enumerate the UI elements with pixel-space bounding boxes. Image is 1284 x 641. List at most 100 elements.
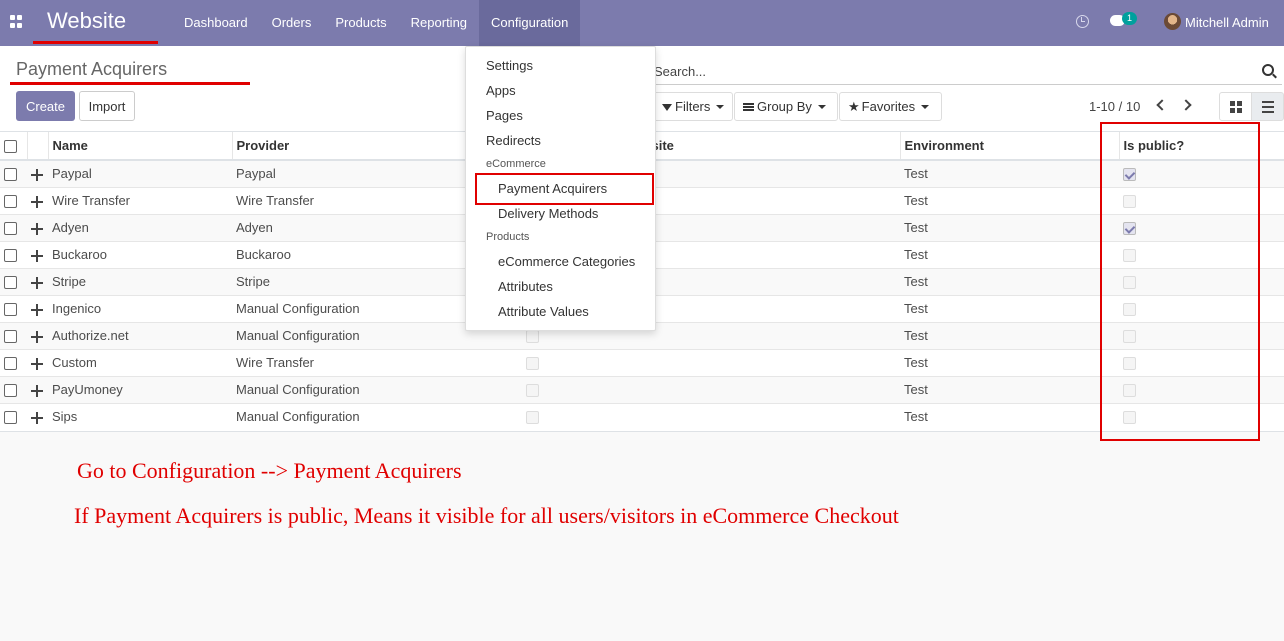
cell-environment: Test bbox=[900, 240, 1119, 268]
select-all-checkbox[interactable] bbox=[4, 140, 17, 154]
table-row[interactable]: Sips Manual Configuration Test bbox=[0, 402, 1284, 430]
cell-environment: Test bbox=[900, 402, 1119, 430]
cell-environment: Test bbox=[900, 159, 1119, 187]
menu-reporting[interactable]: Reporting bbox=[399, 0, 479, 46]
is-public-highlight bbox=[1100, 122, 1260, 441]
cell-name: Adyen bbox=[48, 213, 232, 241]
favorites-label: Favorites bbox=[861, 99, 916, 114]
main-menu: Dashboard Orders Products Reporting Conf… bbox=[172, 0, 581, 46]
drag-handle-icon[interactable] bbox=[31, 168, 43, 181]
title-underline-annotation bbox=[10, 82, 250, 85]
row-checkbox[interactable] bbox=[4, 168, 17, 182]
brand-underline-annotation bbox=[33, 41, 158, 44]
handle-header bbox=[26, 132, 48, 161]
import-button[interactable]: Import bbox=[79, 91, 135, 121]
dropdown-item-redirects[interactable]: Redirects bbox=[486, 133, 541, 148]
dropdown-item-attributes[interactable]: Attributes bbox=[498, 279, 553, 294]
cell-name: Authorize.net bbox=[48, 321, 232, 349]
menu-orders[interactable]: Orders bbox=[260, 0, 324, 46]
filters-label: Filters bbox=[675, 99, 711, 114]
group-by-button[interactable]: Group By bbox=[734, 92, 838, 121]
menu-products[interactable]: Products bbox=[323, 0, 398, 46]
user-avatar[interactable] bbox=[1164, 13, 1181, 30]
search-box bbox=[650, 58, 1282, 85]
row-checkbox[interactable] bbox=[4, 249, 17, 263]
cell-environment: Test bbox=[900, 294, 1119, 322]
user-menu[interactable]: Mitchell Admin bbox=[1185, 15, 1269, 30]
cell-name: Wire Transfer bbox=[48, 186, 232, 214]
app-brand[interactable]: Website bbox=[47, 8, 126, 34]
row-checkbox[interactable] bbox=[4, 276, 17, 290]
header-environment[interactable]: Environment bbox=[899, 132, 1119, 161]
cell-provider: Manual Configuration bbox=[232, 402, 511, 430]
cell-provider: Manual Configuration bbox=[232, 375, 511, 403]
group-by-label: Group By bbox=[757, 99, 812, 114]
cell-name: Ingenico bbox=[48, 294, 232, 322]
drag-handle-icon[interactable] bbox=[31, 222, 43, 235]
cell-environment: Test bbox=[900, 348, 1119, 376]
dropdown-item-delivery-methods[interactable]: Delivery Methods bbox=[498, 206, 598, 221]
chevron-right-icon[interactable] bbox=[1180, 99, 1192, 111]
kanban-view-button[interactable] bbox=[1219, 92, 1252, 121]
cell-name: Stripe bbox=[48, 267, 232, 295]
cell-name: Custom bbox=[48, 348, 232, 376]
apps-menu-icon[interactable] bbox=[10, 15, 23, 28]
drag-handle-icon[interactable] bbox=[31, 411, 43, 424]
dropdown-item-pages[interactable]: Pages bbox=[486, 108, 523, 123]
row-checkbox[interactable] bbox=[4, 222, 17, 236]
favorites-button[interactable]: ★ Favorites bbox=[839, 92, 942, 121]
cell-website bbox=[511, 348, 900, 376]
drag-handle-icon[interactable] bbox=[31, 276, 43, 289]
website-checkbox bbox=[526, 384, 539, 398]
list-icon bbox=[743, 103, 754, 111]
create-button[interactable]: Create bbox=[16, 91, 75, 121]
chevron-down-icon bbox=[921, 105, 930, 109]
menu-configuration[interactable]: Configuration bbox=[479, 0, 581, 46]
chevron-left-icon[interactable] bbox=[1156, 99, 1168, 111]
drag-handle-icon[interactable] bbox=[31, 249, 43, 262]
cell-environment: Test bbox=[900, 213, 1119, 241]
top-navbar: Website Dashboard Orders Products Report… bbox=[0, 0, 1284, 46]
cell-name: Paypal bbox=[48, 159, 232, 187]
row-checkbox[interactable] bbox=[4, 384, 17, 398]
drag-handle-icon[interactable] bbox=[31, 195, 43, 208]
table-row[interactable]: Custom Wire Transfer Test bbox=[0, 348, 1284, 376]
dropdown-item-apps[interactable]: Apps bbox=[486, 83, 516, 98]
list-view-button[interactable] bbox=[1251, 92, 1284, 121]
row-checkbox[interactable] bbox=[4, 195, 17, 209]
star-icon: ★ bbox=[848, 99, 860, 114]
cell-environment: Test bbox=[900, 186, 1119, 214]
annotation-line-1: Go to Configuration --> Payment Acquirer… bbox=[77, 458, 462, 483]
configuration-dropdown: Settings Apps Pages Redirects eCommerce … bbox=[465, 46, 656, 331]
page-title: Payment Acquirers bbox=[16, 59, 168, 79]
activity-clock-icon[interactable] bbox=[1076, 15, 1089, 28]
cell-name: Sips bbox=[48, 402, 232, 430]
drag-handle-icon[interactable] bbox=[31, 384, 43, 397]
search-icon[interactable] bbox=[1262, 64, 1274, 76]
drag-handle-icon[interactable] bbox=[31, 357, 43, 370]
pager-value[interactable]: 1-10 / 10 bbox=[1089, 99, 1140, 114]
table-row[interactable]: PayUmoney Manual Configuration Test bbox=[0, 375, 1284, 403]
select-all-header[interactable] bbox=[0, 132, 27, 161]
cell-name: PayUmoney bbox=[48, 375, 232, 403]
cell-provider: Wire Transfer bbox=[232, 348, 511, 376]
cell-website bbox=[511, 402, 900, 430]
filters-button[interactable]: Filters bbox=[653, 92, 733, 121]
header-name[interactable]: Name bbox=[47, 132, 232, 161]
chat-count-badge: 1 bbox=[1122, 12, 1138, 25]
row-checkbox[interactable] bbox=[4, 357, 17, 371]
website-checkbox bbox=[526, 411, 539, 425]
chevron-down-icon bbox=[817, 105, 826, 109]
row-checkbox[interactable] bbox=[4, 330, 17, 344]
row-checkbox[interactable] bbox=[4, 411, 17, 425]
dropdown-item-settings[interactable]: Settings bbox=[486, 58, 533, 73]
dropdown-item-ecommerce-categories[interactable]: eCommerce Categories bbox=[498, 254, 635, 269]
drag-handle-icon[interactable] bbox=[31, 330, 43, 343]
drag-handle-icon[interactable] bbox=[31, 303, 43, 316]
row-checkbox[interactable] bbox=[4, 303, 17, 317]
search-input[interactable] bbox=[654, 60, 1234, 82]
menu-dashboard[interactable]: Dashboard bbox=[172, 0, 260, 46]
dropdown-item-attribute-values[interactable]: Attribute Values bbox=[498, 304, 589, 319]
payment-acquirers-highlight bbox=[475, 173, 654, 205]
annotation-line-2: If Payment Acquirers is public, Means it… bbox=[74, 503, 899, 528]
